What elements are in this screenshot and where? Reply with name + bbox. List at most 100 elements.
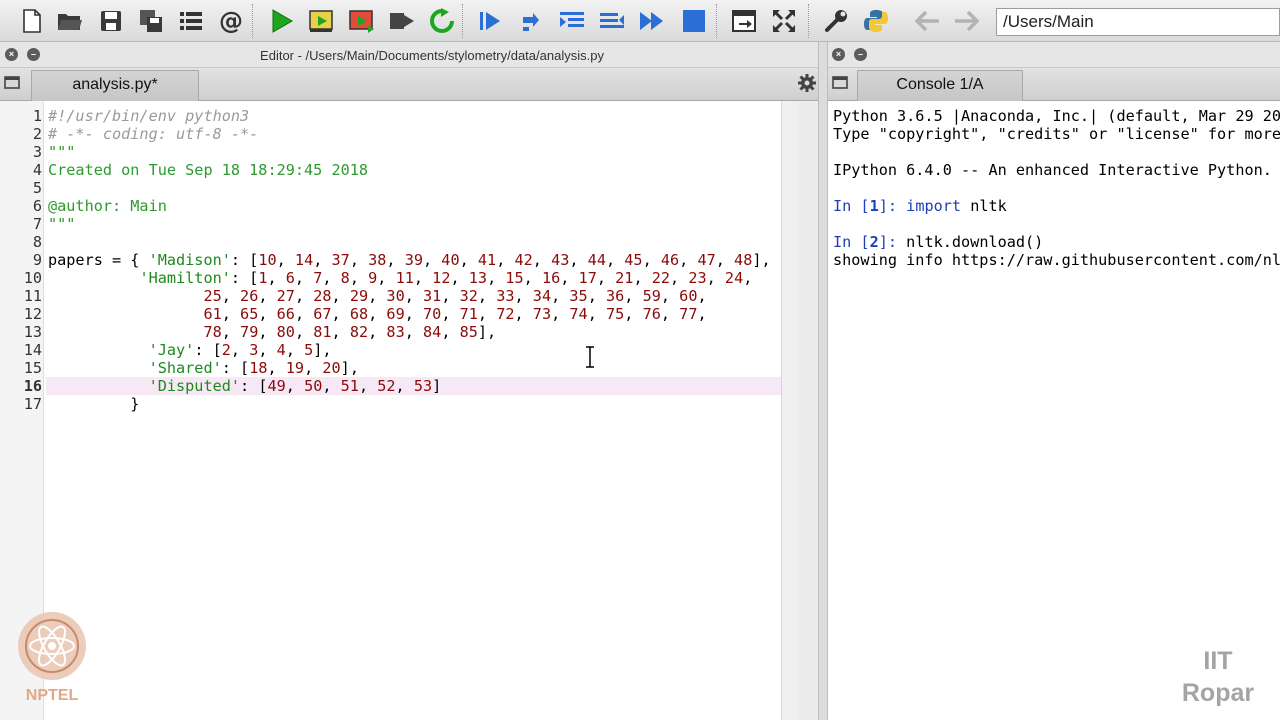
code-token: ,: [477, 287, 497, 305]
step-return-icon[interactable]: [598, 7, 626, 35]
browse-tabs-icon[interactable]: [832, 75, 850, 91]
undock-pane-icon[interactable]: –: [854, 48, 867, 61]
code-line[interactable]: 8: [0, 233, 798, 251]
code-line[interactable]: 9 papers = { 'Madison': [10, 14, 37, 38, …: [0, 251, 798, 269]
ipython-console[interactable]: Python 3.6.5 |Anaconda, Inc.| (default, …: [828, 101, 1280, 720]
code-text: 'Hamilton': [1, 6, 7, 8, 9, 11, 12, 13, …: [48, 269, 752, 287]
console-line: Python 3.6.5 |Anaconda, Inc.| (default, …: [833, 107, 1280, 125]
fullscreen-icon[interactable]: [770, 7, 798, 35]
run-icon[interactable]: [268, 7, 296, 35]
browse-tabs-icon[interactable]: [4, 75, 22, 91]
code-token: @author: Main: [48, 197, 167, 215]
tab-console[interactable]: Console 1/A: [857, 70, 1023, 101]
code-line[interactable]: 1 #!/usr/bin/env python3: [0, 107, 798, 125]
line-number: 11: [23, 287, 42, 305]
code-token: #!/usr/bin/env python3: [48, 107, 250, 125]
python-path-icon[interactable]: [862, 7, 890, 35]
code-token: 80: [276, 323, 295, 341]
watermark-line-2: Ropar: [1181, 679, 1255, 707]
code-token: 40: [441, 251, 460, 269]
code-token: ,: [551, 287, 570, 305]
code-line[interactable]: 17 }: [0, 395, 798, 413]
code-line[interactable]: 6 @author: Main: [0, 197, 798, 215]
editor-tabbar: analysis.py*: [0, 68, 818, 101]
code-token: 61: [203, 305, 222, 323]
code-token: 17: [578, 269, 597, 287]
code-token: 77: [679, 305, 698, 323]
code-line[interactable]: 15 'Shared': [18, 19, 20],: [0, 359, 798, 377]
code-token: 41: [477, 251, 497, 269]
open-folder-icon[interactable]: [56, 7, 84, 35]
toolbar-separator: [716, 4, 718, 38]
gear-icon[interactable]: [798, 74, 816, 92]
step-icon[interactable]: [518, 7, 546, 35]
save-icon[interactable]: [97, 7, 125, 35]
code-token: ,: [313, 251, 332, 269]
code-line[interactable]: 5: [0, 179, 798, 197]
code-token: ,: [276, 251, 295, 269]
code-token: ,: [633, 269, 652, 287]
code-token: 29: [349, 287, 369, 305]
close-pane-icon[interactable]: ×: [832, 48, 845, 61]
stop-icon[interactable]: [680, 7, 708, 35]
code-line[interactable]: 12 61, 65, 66, 67, 68, 69, 70, 71, 72, 7…: [0, 305, 798, 323]
console-line: IPython 6.4.0 -- An enhanced Interactive…: [833, 161, 1272, 179]
step-into-icon[interactable]: [558, 7, 586, 35]
pane-splitter[interactable]: [818, 42, 828, 720]
code-token: 10: [258, 251, 277, 269]
code-line[interactable]: 13 78, 79, 80, 81, 82, 83, 84, 85],: [0, 323, 798, 341]
editor-scrollbar[interactable]: [781, 101, 798, 720]
code-line[interactable]: 3 """: [0, 143, 798, 161]
run-selection-icon[interactable]: [388, 7, 416, 35]
code-token: 74: [569, 305, 588, 323]
code-token: ,: [230, 341, 250, 359]
code-token: ,: [368, 323, 387, 341]
console-token: In [: [833, 233, 870, 251]
editor-title: Editor - /Users/Main/Documents/stylometr…: [260, 48, 604, 63]
back-icon[interactable]: [914, 7, 942, 35]
code-line[interactable]: 4 Created on Tue Sep 18 18:29:45 2018: [0, 161, 798, 179]
code-token: ],: [477, 323, 497, 341]
code-token: ,: [331, 323, 350, 341]
line-number: 8: [32, 233, 42, 251]
code-line[interactable]: 14 'Jay': [2, 3, 4, 5],: [0, 341, 798, 359]
code-token: ,: [294, 287, 314, 305]
outline-icon[interactable]: [177, 7, 205, 35]
code-token: ,: [496, 251, 515, 269]
code-token: 26: [240, 287, 259, 305]
line-number: 13: [23, 323, 42, 341]
code-token: 24: [724, 269, 744, 287]
line-number: 14: [23, 341, 42, 359]
rerun-icon[interactable]: [428, 7, 456, 35]
working-directory-input[interactable]: [996, 8, 1280, 36]
code-text: papers = { 'Madison': [10, 14, 37, 38, 3…: [48, 251, 771, 269]
run-cell-advance-icon[interactable]: [348, 7, 376, 35]
line-number: 10: [23, 269, 42, 287]
forward-icon[interactable]: [952, 7, 980, 35]
code-token: 70: [423, 305, 442, 323]
continue-icon[interactable]: [638, 7, 666, 35]
preferences-icon[interactable]: [822, 7, 850, 35]
code-line[interactable]: 2 # -*- coding: utf-8 -*-: [0, 125, 798, 143]
code-token: 43: [551, 251, 570, 269]
watermark-line-1: IIT: [1203, 647, 1233, 675]
iit-ropar-watermark: IIT Ropar: [1160, 645, 1276, 709]
code-editor[interactable]: 1 #!/usr/bin/env python3 2 # -*- coding: ut…: [0, 101, 798, 720]
debug-icon[interactable]: [476, 7, 504, 35]
save-all-icon[interactable]: [137, 7, 165, 35]
tab-analysis-py[interactable]: analysis.py*: [31, 70, 199, 101]
code-line[interactable]: 10 'Hamilton': [1, 6, 7, 8, 9, 11, 12, 1…: [0, 269, 798, 287]
toolbar-separator: [462, 4, 464, 38]
code-line[interactable]: 11 25, 26, 27, 28, 29, 30, 31, 32, 33, 3…: [0, 287, 798, 305]
run-cell-icon[interactable]: [308, 7, 336, 35]
code-token: 11: [395, 269, 414, 287]
code-token: ,: [560, 269, 579, 287]
email-icon[interactable]: @: [217, 7, 245, 35]
new-file-icon[interactable]: [18, 7, 46, 35]
maximize-pane-icon[interactable]: [730, 7, 758, 35]
code-line[interactable]: 7 """: [0, 215, 798, 233]
code-line[interactable]: 16 'Disputed': [49, 50, 51, 52, 53]: [24, 377, 798, 395]
code-token: ,: [624, 305, 643, 323]
